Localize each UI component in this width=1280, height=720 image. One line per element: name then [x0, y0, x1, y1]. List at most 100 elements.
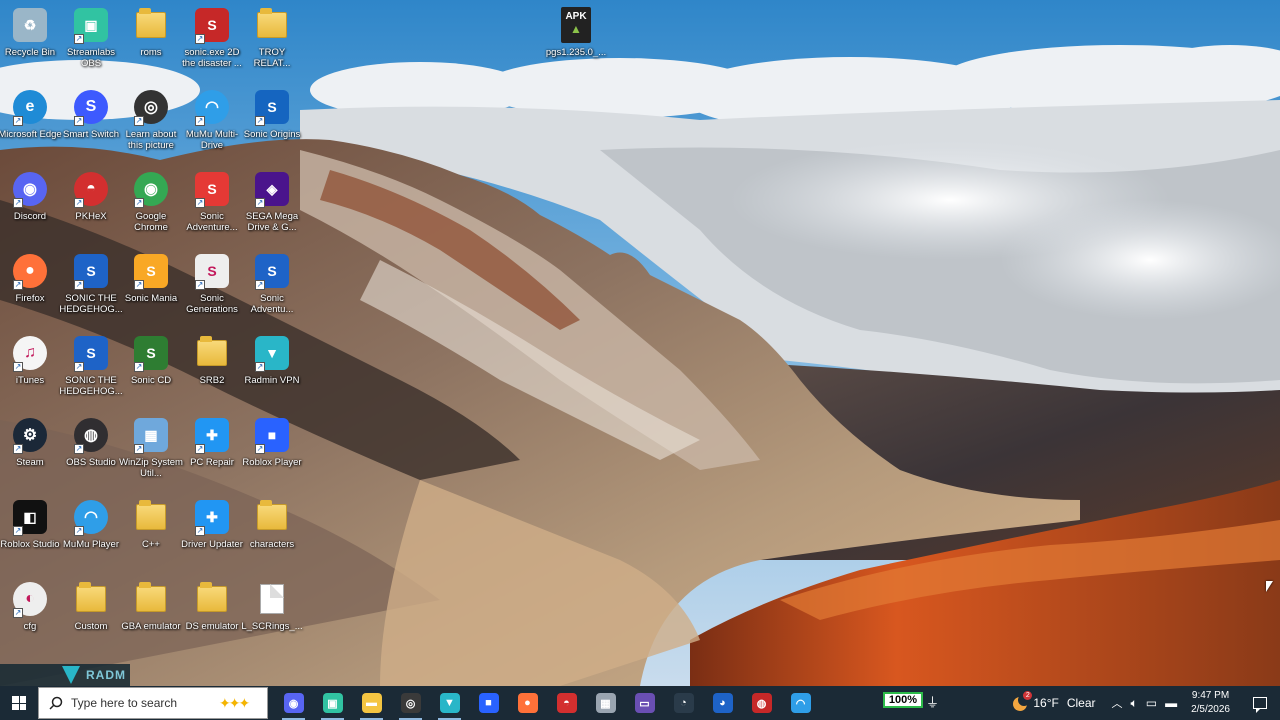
apk-file-icon-item[interactable]: APK ▲ pgs1.235.0_...: [546, 2, 606, 82]
desktop-icon-label: OBS Studio: [66, 457, 116, 468]
desktop-icon-label: Sonic Adventure...: [186, 211, 238, 233]
taskbar-app-button[interactable]: ◓: [547, 686, 586, 720]
desktop-icon-item[interactable]: ▼ ↗ Radmin VPN: [242, 330, 302, 410]
desktop-icon-item[interactable]: ◍ ↗ OBS Studio: [61, 412, 121, 492]
roblox-taskbar-icon: ■: [478, 693, 499, 713]
search-input[interactable]: [71, 696, 211, 710]
desktop-icon-item[interactable]: ▣ ↗ Streamlabs OBS: [61, 2, 121, 82]
desktop-icon-item[interactable]: characters: [242, 494, 302, 574]
desktop-icon-item[interactable]: ◠ ↗ MuMu Player: [61, 494, 121, 574]
taskbar-app-button[interactable]: ■: [469, 686, 508, 720]
taskbar-search-box[interactable]: ✦✦✦: [38, 687, 268, 719]
desktop-icon-label: SEGA Mega Drive & G...: [245, 211, 299, 233]
desktop-icon-item[interactable]: ◎ ↗ Learn about this picture: [121, 84, 181, 164]
desktop-icon-item[interactable]: ◈ ↗ SEGA Mega Drive & G...: [242, 166, 302, 246]
file-icon: [253, 580, 291, 618]
sonic-adventure2-icon: S ↗: [253, 252, 291, 290]
learn-picture-taskbar-icon: ◎: [400, 693, 421, 713]
desktop-icon-item[interactable]: ■ ↗ Roblox Player: [242, 412, 302, 492]
desktop-icon-item[interactable]: ✚ ↗ Driver Updater: [181, 494, 243, 574]
taskbar-app-button[interactable]: ◍: [742, 686, 781, 720]
desktop-icon-item[interactable]: ◉ ↗ Discord: [0, 166, 60, 246]
desktop-icon-item[interactable]: S ↗ Sonic Mania: [121, 248, 181, 328]
taskbar-app-button[interactable]: ◕: [703, 686, 742, 720]
apk-icon: APK ▲: [557, 6, 595, 44]
desktop-icon-label: Sonic Generations: [186, 293, 238, 315]
desktop-icon-item[interactable]: S ↗ Sonic CD: [121, 330, 181, 410]
desktop-icon-item[interactable]: S ↗ Sonic Adventure...: [182, 166, 242, 246]
desktop-icon-item[interactable]: GBA emulator: [121, 576, 181, 656]
shortcut-arrow-icon: ↗: [74, 362, 84, 372]
desktop-icon-item[interactable]: ◠ ↗ MuMu Multi-Drive: [182, 84, 242, 164]
desktop-icon-item[interactable]: roms: [121, 2, 181, 82]
taskbar-app-button[interactable]: ◉: [274, 686, 313, 720]
taskbar-app-button[interactable]: ▬: [352, 686, 391, 720]
desktop-icon-item[interactable]: TROY RELAT...: [242, 2, 302, 82]
search-highlight-icon: ✦✦✦: [219, 694, 250, 711]
desktop-icon-label: Microsoft Edge: [0, 129, 62, 140]
sonic-adventure-icon: S ↗: [193, 170, 231, 208]
desktop-icon-label: MuMu Player: [63, 539, 119, 550]
desktop-icon-label: TROY RELAT...: [253, 47, 291, 69]
taskbar-app-button[interactable]: ▦: [586, 686, 625, 720]
desktop-icon-item[interactable]: ● ↗ Firefox: [0, 248, 60, 328]
desktop-icon-label: cfg: [23, 621, 37, 632]
desktop-icon-item[interactable]: ◉ ↗ Google Chrome: [121, 166, 181, 246]
taskbar-app-button[interactable]: ▼: [430, 686, 469, 720]
speedometer-taskbar-icon: ◔: [673, 693, 694, 713]
discord-icon: ◉ ↗: [11, 170, 49, 208]
desktop-icon-item[interactable]: S ↗ Sonic Adventu...: [242, 248, 302, 328]
desktop-icon-item[interactable]: ♫ ↗ iTunes: [0, 330, 60, 410]
desktop-icon-item[interactable]: S ↗ sonic.exe 2D the disaster ...: [182, 2, 242, 82]
emulator-taskbar-icon: ▭: [634, 693, 655, 713]
taskbar-app-button[interactable]: ◔: [664, 686, 703, 720]
taskbar-app-button[interactable]: ▭: [625, 686, 664, 720]
taskbar-app-button[interactable]: ●: [508, 686, 547, 720]
desktop-icon-item[interactable]: DS emulator: [182, 576, 242, 656]
desktop-icon-item[interactable]: ✚ ↗ PC Repair: [182, 412, 242, 492]
volume-button[interactable]: 🔈︎: [1127, 696, 1142, 711]
desktop-icon-item[interactable]: ◧ ↗ Roblox Studio: [0, 494, 60, 574]
notification-center-button[interactable]: [1240, 686, 1280, 720]
desktop-icon-item[interactable]: e ↗ Microsoft Edge: [0, 84, 62, 164]
desktop-icon-label: Steam: [16, 457, 44, 468]
sega-megadrive-icon: ◈ ↗: [253, 170, 291, 208]
network-button[interactable]: ▭: [1142, 696, 1161, 710]
desktop-icon-item[interactable]: S ↗ SONIC THE HEDGEHOG...: [59, 330, 123, 410]
shortcut-arrow-icon: ↗: [74, 280, 84, 290]
shortcut-arrow-icon: ↗: [74, 34, 84, 44]
shortcut-arrow-icon: ↗: [74, 526, 84, 536]
desktop-icon-item[interactable]: L_SCRings_...: [241, 576, 303, 656]
taskbar-app-button[interactable]: ◠: [781, 686, 820, 720]
desktop-icon-label: Roblox Player: [242, 457, 302, 468]
desktop-icon-item[interactable]: S ↗ Sonic Generations: [182, 248, 242, 328]
desktop-icon-item[interactable]: C++: [121, 494, 181, 574]
show-hidden-icons-button[interactable]: ︿: [1108, 695, 1127, 711]
desktop-icon-item[interactable]: S ↗ SONIC THE HEDGEHOG...: [59, 248, 123, 328]
sonic-origins-icon: S ↗: [253, 88, 291, 126]
battery-tray-button[interactable]: ▬: [1161, 696, 1181, 710]
desktop-icon-label: DS emulator: [185, 621, 239, 632]
taskbar-clock[interactable]: 9:47 PM 2/5/2026: [1181, 689, 1240, 717]
desktop-icon-item[interactable]: S ↗ Smart Switch: [61, 84, 121, 164]
taskbar-app-button[interactable]: ◎: [391, 686, 430, 720]
weather-widget[interactable]: 2 16°F Clear: [1007, 691, 1099, 712]
smart-switch-icon: S ↗: [72, 88, 110, 126]
desktop-icon-item[interactable]: Custom: [61, 576, 121, 656]
desktop-icon-item[interactable]: SRB2: [182, 330, 242, 410]
radmin-popup-strip[interactable]: RADM: [0, 664, 130, 686]
battery-indicator[interactable]: 100%: [883, 692, 923, 708]
desktop-icon-item[interactable]: ◓ ↗ PKHeX: [61, 166, 121, 246]
desktop-icon-item[interactable]: ⚙ ↗ Steam: [0, 412, 60, 492]
desktop-icon-item[interactable]: ◐ ↗ cfg: [0, 576, 60, 656]
desktop-icon-item[interactable]: S ↗ Sonic Origins: [242, 84, 302, 164]
desktop-icon-item[interactable]: ♻ Recycle Bin: [0, 2, 60, 82]
desktop-icon-item[interactable]: ▦ ↗ WinZip System Util...: [119, 412, 183, 492]
desktop-icon-label: sonic.exe 2D the disaster ...: [182, 47, 242, 69]
folder-icon: [193, 580, 231, 618]
taskbar-app-button[interactable]: ▣: [313, 686, 352, 720]
speaker-icon: 🔈︎: [1130, 695, 1138, 710]
sonic-mania-icon: S ↗: [132, 252, 170, 290]
start-button[interactable]: [0, 686, 38, 720]
folder-icon: [193, 334, 231, 372]
